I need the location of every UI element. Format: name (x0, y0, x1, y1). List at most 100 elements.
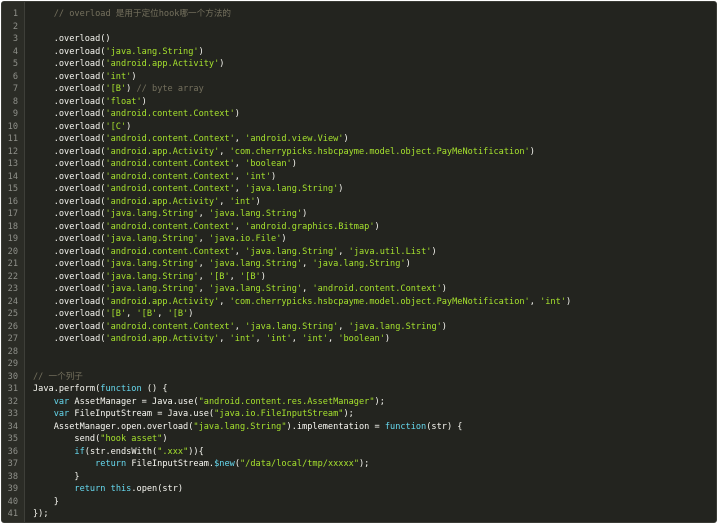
string-token: 'java.lang.String' (348, 321, 442, 332)
string-token: 'android.app.Activity' (105, 334, 220, 344)
code-token: , (529, 296, 541, 307)
code-text[interactable]: AssetManager.open.overload("java.lang.St… (33, 421, 463, 434)
code-line: 5 .overload('android.app.Activity') (2, 58, 716, 71)
string-token: 'android.app.Activity' (105, 59, 220, 69)
code-line: 9 .overload('android.content.Context') (2, 108, 716, 121)
code-token: ); (374, 396, 385, 407)
code-line: 30 // 一个列子 (2, 371, 716, 384)
code-text[interactable]: .overload('android.content.Context') (33, 108, 240, 121)
code-line: 34 AssetManager.open.overload("java.lang… (2, 421, 716, 434)
code-token: ) (338, 184, 344, 194)
code-text[interactable]: .overload('android.app.Activity') (33, 58, 225, 71)
line-number: 23 (7, 284, 18, 294)
code-text[interactable]: // 一个列子 (33, 371, 83, 384)
code-token: ) (131, 71, 137, 82)
code-text[interactable]: .overload('android.content.Context', 'bo… (33, 158, 297, 171)
code-text[interactable]: .overload('android.content.Context', 'in… (33, 171, 277, 184)
line-number: 34 (7, 421, 18, 432)
code-token: ) (271, 171, 277, 182)
line-number: 32 (7, 396, 18, 407)
code-token: , (229, 271, 240, 282)
code-token: .overload( (33, 209, 106, 219)
code-token: }); (33, 509, 49, 519)
code-text[interactable]: // overload 是用于定位hook哪一个方法的 (33, 8, 231, 21)
code-text[interactable]: .overload('android.app.Activity', 'int') (33, 196, 261, 209)
code-line: 24 .overload('android.app.Activity', 'co… (2, 296, 716, 309)
line-number: 26 (7, 321, 18, 332)
string-token: 'java.lang.String' (245, 246, 339, 257)
keyword-token: function (384, 421, 427, 432)
code-text[interactable]: .overload('android.content.Context', 'an… (33, 221, 380, 234)
code-text[interactable]: .overload('android.content.Context', 'ja… (33, 321, 447, 334)
code-token: ) (374, 221, 380, 232)
code-line: 32 var AssetManager = Java.use("android.… (2, 396, 716, 409)
keyword-token: var (53, 396, 70, 407)
code-line: 4 .overload('java.lang.String') (2, 46, 716, 59)
code-line: 36 if(str.endsWith(".xxx")){ (2, 446, 716, 459)
code-text[interactable]: .overload('[B', '[B', '[B') (33, 308, 194, 321)
code-token: , (234, 134, 246, 144)
string-token: 'android.app.Activity' (105, 196, 220, 207)
code-text[interactable]: .overload('java.lang.String', '[B', '[B'… (33, 271, 266, 284)
string-token: "android.content.res.AssetManager" (198, 396, 375, 407)
code-text[interactable]: }); (33, 508, 49, 521)
code-text[interactable]: .overload('[C') (33, 121, 132, 134)
code-text[interactable]: .overload('java.lang.String', 'java.lang… (33, 258, 411, 271)
code-text[interactable]: .overload('java.lang.String') (33, 46, 204, 59)
code-text[interactable]: return this.open(str) (33, 483, 183, 496)
code-line: 17 .overload('java.lang.String', 'java.l… (2, 208, 716, 221)
code-text[interactable]: .overload('android.content.Context', 'ja… (33, 183, 344, 196)
line-number: 4 (12, 46, 18, 57)
code-text[interactable]: .overload('int') (33, 71, 137, 84)
string-token: 'android.content.Context' (105, 159, 235, 169)
code-text[interactable]: var FileInputStream = Java.use("java.io.… (33, 408, 354, 421)
code-editor[interactable]: 1 // overload 是用于定位hook哪一个方法的 2 3 .overloa… (1, 1, 717, 523)
code-text[interactable]: send("hook asset") (33, 433, 167, 446)
code-token: ) (126, 84, 137, 94)
code-text[interactable]: var AssetManager = Java.use("android.con… (33, 396, 385, 409)
string-token: 'android.content.Context' (105, 171, 235, 182)
code-text[interactable]: Java.perform(function () { (33, 383, 168, 396)
string-token: 'boolean' (245, 159, 292, 169)
code-text[interactable]: if(str.endsWith(".xxx")){ (33, 446, 203, 459)
code-token: ) (188, 309, 194, 319)
code-token: FileInputStream = Java.use( (69, 409, 215, 419)
code-text[interactable]: .overload() (33, 33, 111, 46)
code-token: , (327, 334, 339, 344)
code-text[interactable]: .overload('android.app.Activity', 'com.c… (33, 146, 535, 159)
code-text[interactable]: .overload('android.app.Activity', 'com.c… (33, 296, 571, 309)
string-token: 'android.content.Context' (105, 184, 235, 194)
code-text[interactable]: .overload('java.lang.String', 'java.lang… (33, 283, 447, 296)
line-number: 10 (7, 121, 18, 132)
code-line: 31 Java.perform(function () { (2, 383, 716, 396)
code-text[interactable]: } (33, 471, 79, 484)
code-token: , (234, 184, 246, 194)
code-token: ) (126, 121, 132, 132)
code-text[interactable]: .overload('android.app.Activity', 'int',… (33, 333, 390, 346)
keyword-token: function (100, 384, 142, 394)
string-token: '[B' (240, 271, 261, 282)
code-text[interactable]: .overload('java.lang.String', 'java.lang… (33, 208, 308, 221)
code-line: 13 .overload('android.content.Context', … (2, 158, 716, 171)
string-token: '[B' (105, 309, 127, 319)
code-lines: 1 // overload 是用于定位hook哪一个方法的 2 3 .overloa… (2, 8, 716, 521)
code-token: .overload( (33, 159, 106, 169)
code-text[interactable]: .overload('[B') // byte array (33, 83, 204, 96)
code-text[interactable]: .overload('android.content.Context', 'ja… (33, 246, 437, 259)
string-token: 'java.util.List' (348, 246, 432, 257)
line-number: 12 (7, 146, 18, 157)
string-token: 'java.lang.String' (105, 271, 199, 282)
line-number: 25 (7, 309, 18, 319)
code-text[interactable]: } (33, 496, 59, 509)
line-number: 21 (7, 259, 18, 269)
string-token: "hook asset" (100, 434, 163, 444)
code-text[interactable]: .overload('float') (33, 96, 147, 109)
code-line: 1 // overload 是用于定位hook哪一个方法的 (2, 8, 716, 21)
code-token: ) (431, 246, 437, 257)
code-text[interactable]: return FileInputStream.$new("/data/local… (33, 458, 369, 471)
string-token: 'android.content.Context' (312, 284, 442, 294)
code-text[interactable]: .overload('android.content.Context', 'an… (33, 133, 349, 146)
code-token: , (234, 171, 246, 182)
code-text[interactable]: .overload('java.lang.String', 'java.io.F… (33, 233, 287, 246)
